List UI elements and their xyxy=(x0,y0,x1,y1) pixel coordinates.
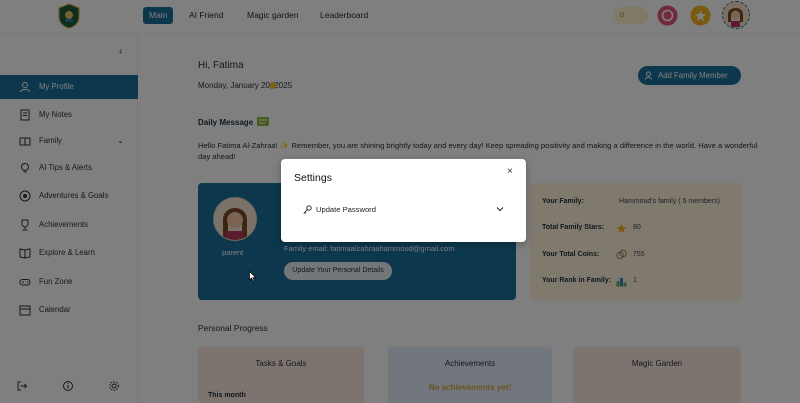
key-icon xyxy=(303,205,312,214)
app-root: Main AI Friend Magic garden Leaderboard … xyxy=(0,0,800,403)
settings-modal: Settings × Update Password xyxy=(281,159,526,242)
mouse-cursor-icon xyxy=(249,271,257,282)
chevron-down-icon[interactable] xyxy=(496,205,504,213)
settings-title: Settings xyxy=(294,172,332,184)
close-icon[interactable]: × xyxy=(507,167,513,177)
update-password-row[interactable]: Update Password xyxy=(300,202,506,218)
update-password-label: Update Password xyxy=(316,205,376,214)
